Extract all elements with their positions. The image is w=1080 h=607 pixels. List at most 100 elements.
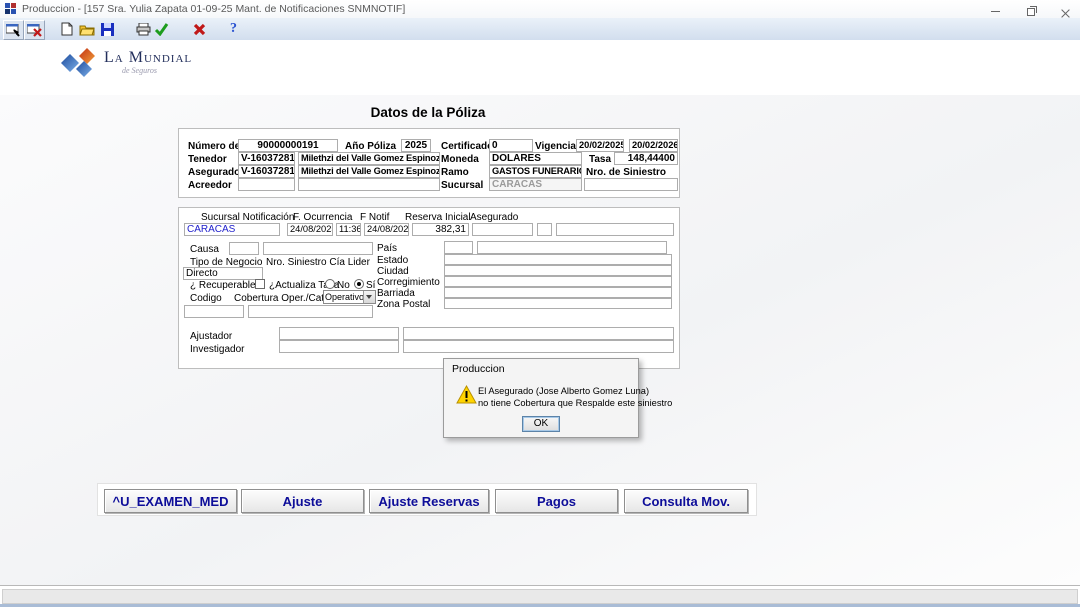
certificado-field[interactable]: 0 (489, 139, 533, 152)
asegurado-nombre-field[interactable]: Milethzi del Valle Gomez Espinoz (298, 165, 440, 178)
help-button[interactable]: ? (224, 20, 243, 38)
reserva-inicial-field[interactable]: 382,31 (412, 223, 469, 236)
minimize-button[interactable] (982, 4, 1008, 16)
brand-name: La Mundial (104, 49, 192, 67)
reserva-inicial-label: Reserva Inicial (405, 212, 471, 223)
close-button[interactable] (1052, 4, 1078, 16)
nro-siniestro-cia-label: Nro. Siniestro Cía Lider (266, 257, 370, 268)
check-icon (154, 23, 169, 36)
anio-poliza-field[interactable]: 2025 (401, 139, 431, 152)
new-document-icon (61, 22, 73, 36)
open-folder-icon (79, 23, 95, 36)
tenedor-nombre-field[interactable]: Milethzi del Valle Gomez Espinoz (298, 152, 440, 165)
sucursal-label: Sucursal (441, 180, 483, 191)
actions-bar: ^U_EXAMEN_MED Ajuste Ajuste Reservas Pag… (97, 483, 757, 516)
causa-desc-field[interactable] (263, 242, 373, 255)
dialog-message-line1: El Asegurado (Jose Alberto Gomez Luna) (478, 386, 632, 396)
warning-dialog: Produccion El Asegurado (Jose Alberto Go… (443, 358, 639, 438)
cancel-button[interactable] (190, 20, 209, 38)
ciudad-label: Ciudad (377, 266, 409, 277)
f-notif-field[interactable]: 24/08/2025 (364, 223, 409, 236)
sucursal-notificacion-field[interactable]: CARACAS (184, 223, 280, 236)
consulta-mov-button[interactable]: Consulta Mov. (624, 489, 748, 513)
tenedor-label: Tenedor (188, 154, 227, 165)
company-logo-icon (60, 46, 102, 82)
actualiza-tasa-no-radio[interactable] (325, 279, 335, 289)
asegurado-tipo-field[interactable] (537, 223, 552, 236)
vigencia-label: Vigencia (535, 141, 576, 152)
ajustador-label: Ajustador (190, 331, 232, 342)
window-title: Produccion - [157 Sra. Yulia Zapata 01-0… (22, 3, 405, 15)
investigador-codigo-field[interactable] (279, 340, 399, 353)
acreedor-nombre-field[interactable] (298, 178, 440, 191)
new-button[interactable] (57, 20, 76, 38)
ok-button[interactable]: OK (522, 416, 560, 432)
codigo-label: Codigo (190, 293, 222, 304)
save-button[interactable] (98, 20, 117, 38)
ajustador-codigo-field[interactable] (279, 327, 399, 340)
ajuste-reservas-button[interactable]: Ajuste Reservas (369, 489, 489, 513)
pais-label: País (377, 243, 397, 254)
toolbar: ? (0, 18, 1080, 41)
tipo-negocio-field[interactable]: Directo (183, 267, 263, 280)
recuperable-checkbox[interactable] (255, 279, 265, 289)
vigencia-hasta-field[interactable]: 20/02/2026 (629, 139, 678, 152)
window-titlebar: Produccion - [157 Sra. Yulia Zapata 01-0… (0, 0, 1080, 18)
vigencia-desde-field[interactable]: 20/02/2025 (576, 139, 624, 152)
anio-poliza-label: Año Póliza (345, 141, 396, 152)
asegurado2-label: Asegurado (470, 212, 518, 223)
ramo-label: Ramo (441, 167, 469, 178)
tasa-field[interactable]: 148,44400 (614, 152, 678, 165)
nro-siniestro-field[interactable] (584, 178, 678, 191)
pais-codigo-field[interactable] (444, 241, 473, 254)
red-x-icon (193, 23, 206, 36)
minimize-icon (991, 11, 1000, 12)
examen-med-button[interactable]: ^U_EXAMEN_MED (104, 489, 237, 513)
asegurado-nombre2-field[interactable] (556, 223, 674, 236)
confirm-button[interactable] (152, 20, 171, 38)
numero-label: Número de (188, 141, 240, 152)
print-button[interactable] (134, 20, 153, 38)
asegurado-id-field[interactable]: V-16037281 (238, 165, 295, 178)
codigo-field[interactable] (184, 305, 244, 318)
tenedor-id-field[interactable]: V-16037281 (238, 152, 295, 165)
pais-field[interactable] (477, 241, 667, 254)
dialog-title: Produccion (452, 363, 505, 375)
investigador-nombre-field[interactable] (403, 340, 674, 353)
select-form-button[interactable] (3, 20, 24, 40)
investigador-label: Investigador (190, 344, 244, 355)
ajustador-nombre-field[interactable] (403, 327, 674, 340)
hora-field[interactable]: 11:36 (336, 223, 361, 236)
brand-tagline: de Seguros (122, 66, 157, 75)
warning-icon (456, 385, 477, 404)
zona-postal-field[interactable] (444, 298, 672, 309)
cobertura-field[interactable] (248, 305, 373, 318)
ciudad-field[interactable] (444, 265, 672, 276)
pagos-button[interactable]: Pagos (495, 489, 618, 513)
ramo-field[interactable]: GASTOS FUNERARIO (489, 165, 582, 178)
zona-postal-label: Zona Postal (377, 299, 430, 310)
acreedor-id-field[interactable] (238, 178, 295, 191)
open-button[interactable] (77, 20, 96, 38)
ajuste-button[interactable]: Ajuste (241, 489, 364, 513)
estado-field[interactable] (444, 254, 672, 265)
form-area: Datos de la Póliza Número de 90000000191… (0, 95, 1080, 585)
moneda-field[interactable]: DOLARES (489, 152, 582, 165)
barriada-field[interactable] (444, 287, 672, 298)
f-ocurrencia-field[interactable]: 24/08/2025 (287, 223, 333, 236)
delete-form-button[interactable] (24, 20, 45, 40)
actualiza-tasa-si-radio[interactable] (354, 279, 364, 289)
policy-panel: Número de 90000000191 Año Póliza 2025 Ce… (178, 128, 680, 198)
causa-codigo-field[interactable] (229, 242, 259, 255)
chevron-down-icon[interactable] (363, 291, 375, 303)
page-title: Datos de la Póliza (178, 105, 678, 120)
sucursal-field: CARACAS (489, 178, 582, 191)
cobertura-tipo-select[interactable]: Operativo (323, 290, 376, 304)
numero-poliza-field[interactable]: 90000000191 (238, 139, 338, 152)
causa-label: Causa (190, 244, 219, 255)
restore-button[interactable] (1018, 4, 1044, 16)
asegurado-codigo-field[interactable] (472, 223, 533, 236)
tasa-label: Tasa (589, 154, 611, 165)
corregimiento-field[interactable] (444, 276, 672, 287)
acreedor-label: Acreedor (188, 180, 232, 191)
